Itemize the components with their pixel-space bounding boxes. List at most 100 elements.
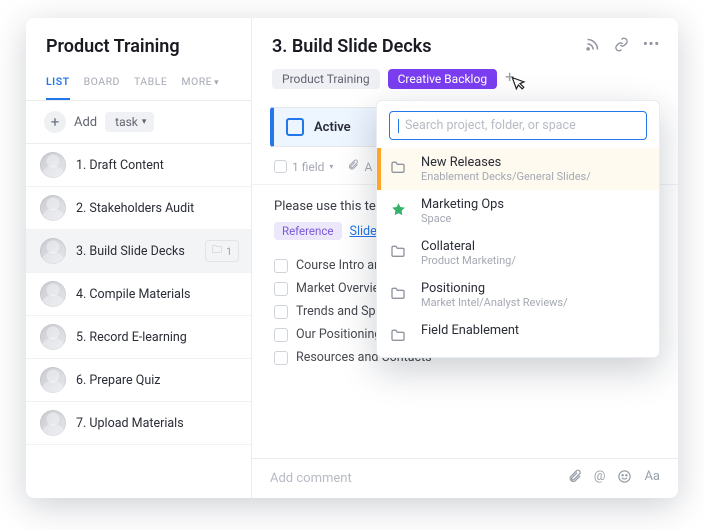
search-input[interactable]: Search project, folder, or space [389, 111, 647, 140]
space-icon [387, 198, 409, 220]
project-title: Product Training [26, 18, 251, 63]
folder-icon [387, 282, 409, 304]
dropdown-item[interactable]: New Releases Enablement Decks/General Sl… [377, 148, 659, 190]
tag-backlog[interactable]: Creative Backlog [388, 69, 497, 89]
tab-list[interactable]: LIST [46, 69, 70, 100]
dropdown-item-title: Collateral [421, 239, 516, 254]
dropdown-item-sub: Product Marketing/ [421, 254, 516, 267]
avatar [40, 152, 66, 178]
dropdown-item-sub: Space [421, 212, 504, 225]
chevron-down-icon: ▾ [142, 117, 147, 127]
checkbox-icon[interactable] [274, 282, 288, 296]
add-type-pill[interactable]: task ▾ [105, 112, 154, 132]
task-item[interactable]: 5. Record E-learning [26, 316, 251, 359]
avatar [40, 410, 66, 436]
checkbox-icon[interactable] [274, 328, 288, 342]
avatar [40, 367, 66, 393]
dropdown-item-title: Field Enablement [421, 323, 519, 338]
dropdown-item-title: New Releases [421, 155, 591, 170]
dropdown-item-sub: Market Intel/Analyst Reviews/ [421, 296, 568, 309]
task-label: 6. Prepare Quiz [76, 373, 160, 388]
more-icon[interactable]: ••• [643, 37, 660, 56]
folder-icon [387, 156, 409, 178]
project-picker-dropdown: Search project, folder, or space New Rel… [376, 100, 660, 358]
comment-tools: @ Aa [567, 469, 660, 488]
add-tag-button[interactable]: + [505, 69, 527, 89]
checkbox-icon[interactable] [274, 305, 288, 319]
attach-button[interactable]: A [347, 159, 372, 174]
task-item[interactable]: 2. Stakeholders Audit [26, 187, 251, 230]
search-placeholder: Search project, folder, or space [405, 118, 576, 133]
task-detail-panel: 3. Build Slide Decks ••• Product Trainin… [252, 18, 678, 498]
rss-icon[interactable] [585, 37, 600, 56]
folder-icon [387, 240, 409, 262]
checklist-label: Our Positioning [296, 327, 381, 342]
task-item[interactable]: 3. Build Slide Decks 🗀 1 [26, 230, 251, 273]
folder-icon [387, 324, 409, 346]
view-tabs: LIST BOARD TABLE MORE▾ [26, 63, 251, 101]
task-label: 1. Draft Content [76, 158, 164, 173]
mention-icon[interactable]: @ [594, 469, 606, 488]
tag-project[interactable]: Product Training [272, 69, 380, 89]
fields-button[interactable]: 1 field ▾ [274, 160, 333, 174]
add-type-text: task [115, 115, 138, 129]
task-list: 1. Draft Content 2. Stakeholders Audit 3… [26, 144, 251, 498]
checkbox-icon[interactable] [274, 259, 288, 273]
dropdown-item[interactable]: Field Enablement [377, 316, 659, 353]
chevron-down-icon: ▾ [214, 78, 219, 88]
task-label: 4. Compile Materials [76, 287, 190, 302]
tab-more[interactable]: MORE▾ [181, 69, 219, 100]
task-title: 3. Build Slide Decks [272, 36, 432, 57]
avatar [40, 238, 66, 264]
dropdown-item[interactable]: Positioning Market Intel/Analyst Reviews… [377, 274, 659, 316]
dropdown-item-title: Marketing Ops [421, 197, 504, 212]
task-list-panel: Product Training LIST BOARD TABLE MORE▾ … [26, 18, 252, 498]
paperclip-icon[interactable] [567, 469, 582, 488]
status-checkbox[interactable] [286, 118, 304, 136]
dropdown-item[interactable]: Collateral Product Marketing/ [377, 232, 659, 274]
link-icon[interactable] [614, 37, 629, 56]
tag-row: Product Training Creative Backlog + [252, 63, 678, 101]
tab-more-label: MORE [181, 75, 212, 88]
add-label: Add [74, 115, 97, 130]
task-item[interactable]: 6. Prepare Quiz [26, 359, 251, 402]
text-format-icon[interactable]: Aa [644, 469, 660, 488]
dropdown-item-title: Positioning [421, 281, 568, 296]
folder-count: 1 [226, 245, 232, 258]
desc-text: Please use this ten [274, 199, 383, 214]
task-item[interactable]: 7. Upload Materials [26, 402, 251, 445]
avatar [40, 324, 66, 350]
dropdown-item[interactable]: Marketing Ops Space [377, 190, 659, 232]
checklist-label: Trends and Spe [296, 304, 382, 319]
cursor-icon [511, 72, 531, 96]
status-label: Active [314, 120, 351, 135]
dropdown-item-sub: Enablement Decks/General Slides/ [421, 170, 591, 183]
task-item[interactable]: 1. Draft Content [26, 144, 251, 187]
tab-table[interactable]: TABLE [134, 69, 167, 100]
add-task-row[interactable]: + Add task ▾ [26, 101, 251, 144]
text-cursor [398, 119, 399, 133]
comment-input[interactable]: Add comment [270, 471, 352, 486]
field-count: 1 field [292, 160, 324, 174]
paperclip-icon [347, 159, 359, 174]
task-label: 5. Record E-learning [76, 330, 187, 345]
app-window: Product Training LIST BOARD TABLE MORE▾ … [26, 18, 678, 498]
emoji-icon[interactable] [617, 469, 632, 488]
checklist-label: Course Intro an [296, 258, 381, 273]
plus-icon: + [44, 111, 66, 133]
avatar [40, 281, 66, 307]
square-icon [274, 160, 287, 173]
task-item[interactable]: 4. Compile Materials [26, 273, 251, 316]
detail-header: 3. Build Slide Decks ••• [252, 18, 678, 63]
checklist-label: Market Overvie [296, 281, 379, 296]
avatar [40, 195, 66, 221]
checkbox-icon[interactable] [274, 351, 288, 365]
folder-icon: 🗀 [212, 242, 223, 260]
comment-bar: Add comment @ Aa [252, 458, 678, 498]
folder-badge: 🗀 1 [205, 240, 239, 262]
header-tools: ••• [585, 37, 660, 56]
task-label: 2. Stakeholders Audit [76, 201, 194, 216]
reference-tag: Reference [274, 222, 342, 240]
attach-label: A [364, 160, 372, 174]
tab-board[interactable]: BOARD [84, 69, 120, 100]
